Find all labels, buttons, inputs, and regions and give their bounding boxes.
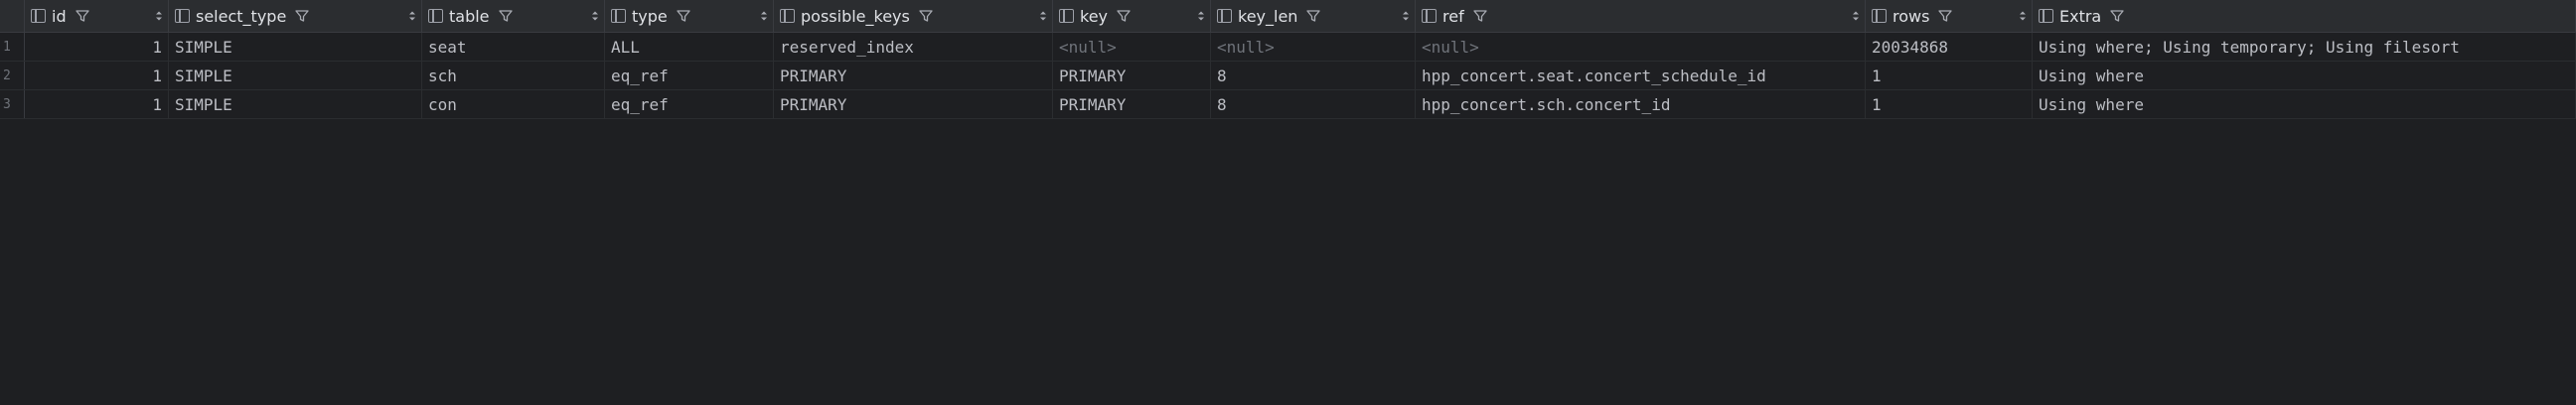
filter-icon[interactable]	[1937, 8, 1953, 24]
sort-icon[interactable]	[1038, 8, 1048, 24]
column-icon	[1872, 9, 1887, 23]
column-icon	[1422, 9, 1437, 23]
cell-key[interactable]: PRIMARY	[1053, 62, 1211, 89]
column-header-label: select_type	[196, 6, 287, 26]
column-header-label: ref	[1442, 6, 1464, 26]
filter-icon[interactable]	[918, 8, 934, 24]
cell-type[interactable]: eq_ref	[605, 62, 774, 89]
cell-extra[interactable]: Using where; Using temporary; Using file…	[2033, 33, 2576, 61]
sort-icon[interactable]	[407, 8, 417, 24]
column-header-key[interactable]: key	[1053, 0, 1211, 32]
column-header-label: possible_keys	[801, 6, 910, 26]
column-icon	[428, 9, 443, 23]
cell-possible-keys[interactable]: PRIMARY	[774, 90, 1053, 118]
cell-possible-keys[interactable]: PRIMARY	[774, 62, 1053, 89]
column-header-label: table	[449, 6, 490, 26]
column-header-label: key_len	[1238, 6, 1298, 26]
sort-icon[interactable]	[1196, 8, 1206, 24]
row-number: 2	[0, 62, 25, 89]
filter-icon[interactable]	[498, 8, 514, 24]
column-header-ref[interactable]: ref	[1416, 0, 1866, 32]
column-header-label: rows	[1893, 6, 1930, 26]
row-number: 1	[0, 33, 25, 61]
filter-icon[interactable]	[2109, 8, 2125, 24]
cell-key-len[interactable]: 8	[1211, 62, 1416, 89]
cell-id[interactable]: 1	[25, 62, 169, 89]
filter-icon[interactable]	[294, 8, 310, 24]
filter-icon[interactable]	[1305, 8, 1321, 24]
cell-table[interactable]: sch	[422, 62, 605, 89]
table-row[interactable]: 1 1 SIMPLE seat ALL reserved_index <null…	[0, 33, 2576, 62]
cell-type[interactable]: ALL	[605, 33, 774, 61]
column-icon	[1217, 9, 1232, 23]
sort-icon[interactable]	[1851, 8, 1861, 24]
column-header-key-len[interactable]: key_len	[1211, 0, 1416, 32]
column-icon	[31, 9, 46, 23]
cell-table[interactable]: seat	[422, 33, 605, 61]
sort-icon[interactable]	[590, 8, 600, 24]
filter-icon[interactable]	[75, 8, 90, 24]
table-row[interactable]: 2 1 SIMPLE sch eq_ref PRIMARY PRIMARY 8 …	[0, 62, 2576, 90]
column-icon	[780, 9, 795, 23]
cell-possible-keys[interactable]: reserved_index	[774, 33, 1053, 61]
column-header-possible-keys[interactable]: possible_keys	[774, 0, 1053, 32]
column-header-label: type	[632, 6, 668, 26]
cell-id[interactable]: 1	[25, 33, 169, 61]
query-results-grid: id select_type table type possible_keys	[0, 0, 2576, 405]
column-header-type[interactable]: type	[605, 0, 774, 32]
column-header-label: Extra	[2059, 6, 2102, 26]
cell-rows[interactable]: 1	[1866, 62, 2033, 89]
cell-rows[interactable]: 1	[1866, 90, 2033, 118]
column-header-select-type[interactable]: select_type	[169, 0, 422, 32]
cell-select-type[interactable]: SIMPLE	[169, 62, 422, 89]
row-number: 3	[0, 90, 25, 118]
filter-icon[interactable]	[1116, 8, 1132, 24]
column-header-extra[interactable]: Extra	[2033, 0, 2576, 32]
column-icon	[611, 9, 626, 23]
filter-icon[interactable]	[1472, 8, 1488, 24]
cell-ref[interactable]: hpp_concert.seat.concert_schedule_id	[1416, 62, 1866, 89]
row-number-header	[0, 0, 25, 32]
cell-key-len[interactable]: 8	[1211, 90, 1416, 118]
table-row[interactable]: 3 1 SIMPLE con eq_ref PRIMARY PRIMARY 8 …	[0, 90, 2576, 119]
column-header-label: key	[1080, 6, 1109, 26]
cell-ref[interactable]: hpp_concert.sch.concert_id	[1416, 90, 1866, 118]
cell-key-len[interactable]: <null>	[1211, 33, 1416, 61]
filter-icon[interactable]	[676, 8, 691, 24]
cell-select-type[interactable]: SIMPLE	[169, 90, 422, 118]
cell-select-type[interactable]: SIMPLE	[169, 33, 422, 61]
cell-key[interactable]: <null>	[1053, 33, 1211, 61]
cell-id[interactable]: 1	[25, 90, 169, 118]
sort-icon[interactable]	[154, 8, 164, 24]
cell-extra[interactable]: Using where	[2033, 62, 2576, 89]
column-header-rows[interactable]: rows	[1866, 0, 2033, 32]
column-header-id[interactable]: id	[25, 0, 169, 32]
column-icon	[2039, 9, 2053, 23]
cell-key[interactable]: PRIMARY	[1053, 90, 1211, 118]
sort-icon[interactable]	[1401, 8, 1411, 24]
column-icon	[175, 9, 190, 23]
cell-ref[interactable]: <null>	[1416, 33, 1866, 61]
table-header: id select_type table type possible_keys	[0, 0, 2576, 33]
cell-type[interactable]: eq_ref	[605, 90, 774, 118]
sort-icon[interactable]	[2018, 8, 2028, 24]
cell-extra[interactable]: Using where	[2033, 90, 2576, 118]
column-header-table[interactable]: table	[422, 0, 605, 32]
column-icon	[1059, 9, 1074, 23]
cell-rows[interactable]: 20034868	[1866, 33, 2033, 61]
column-header-label: id	[52, 6, 67, 26]
sort-icon[interactable]	[759, 8, 769, 24]
cell-table[interactable]: con	[422, 90, 605, 118]
